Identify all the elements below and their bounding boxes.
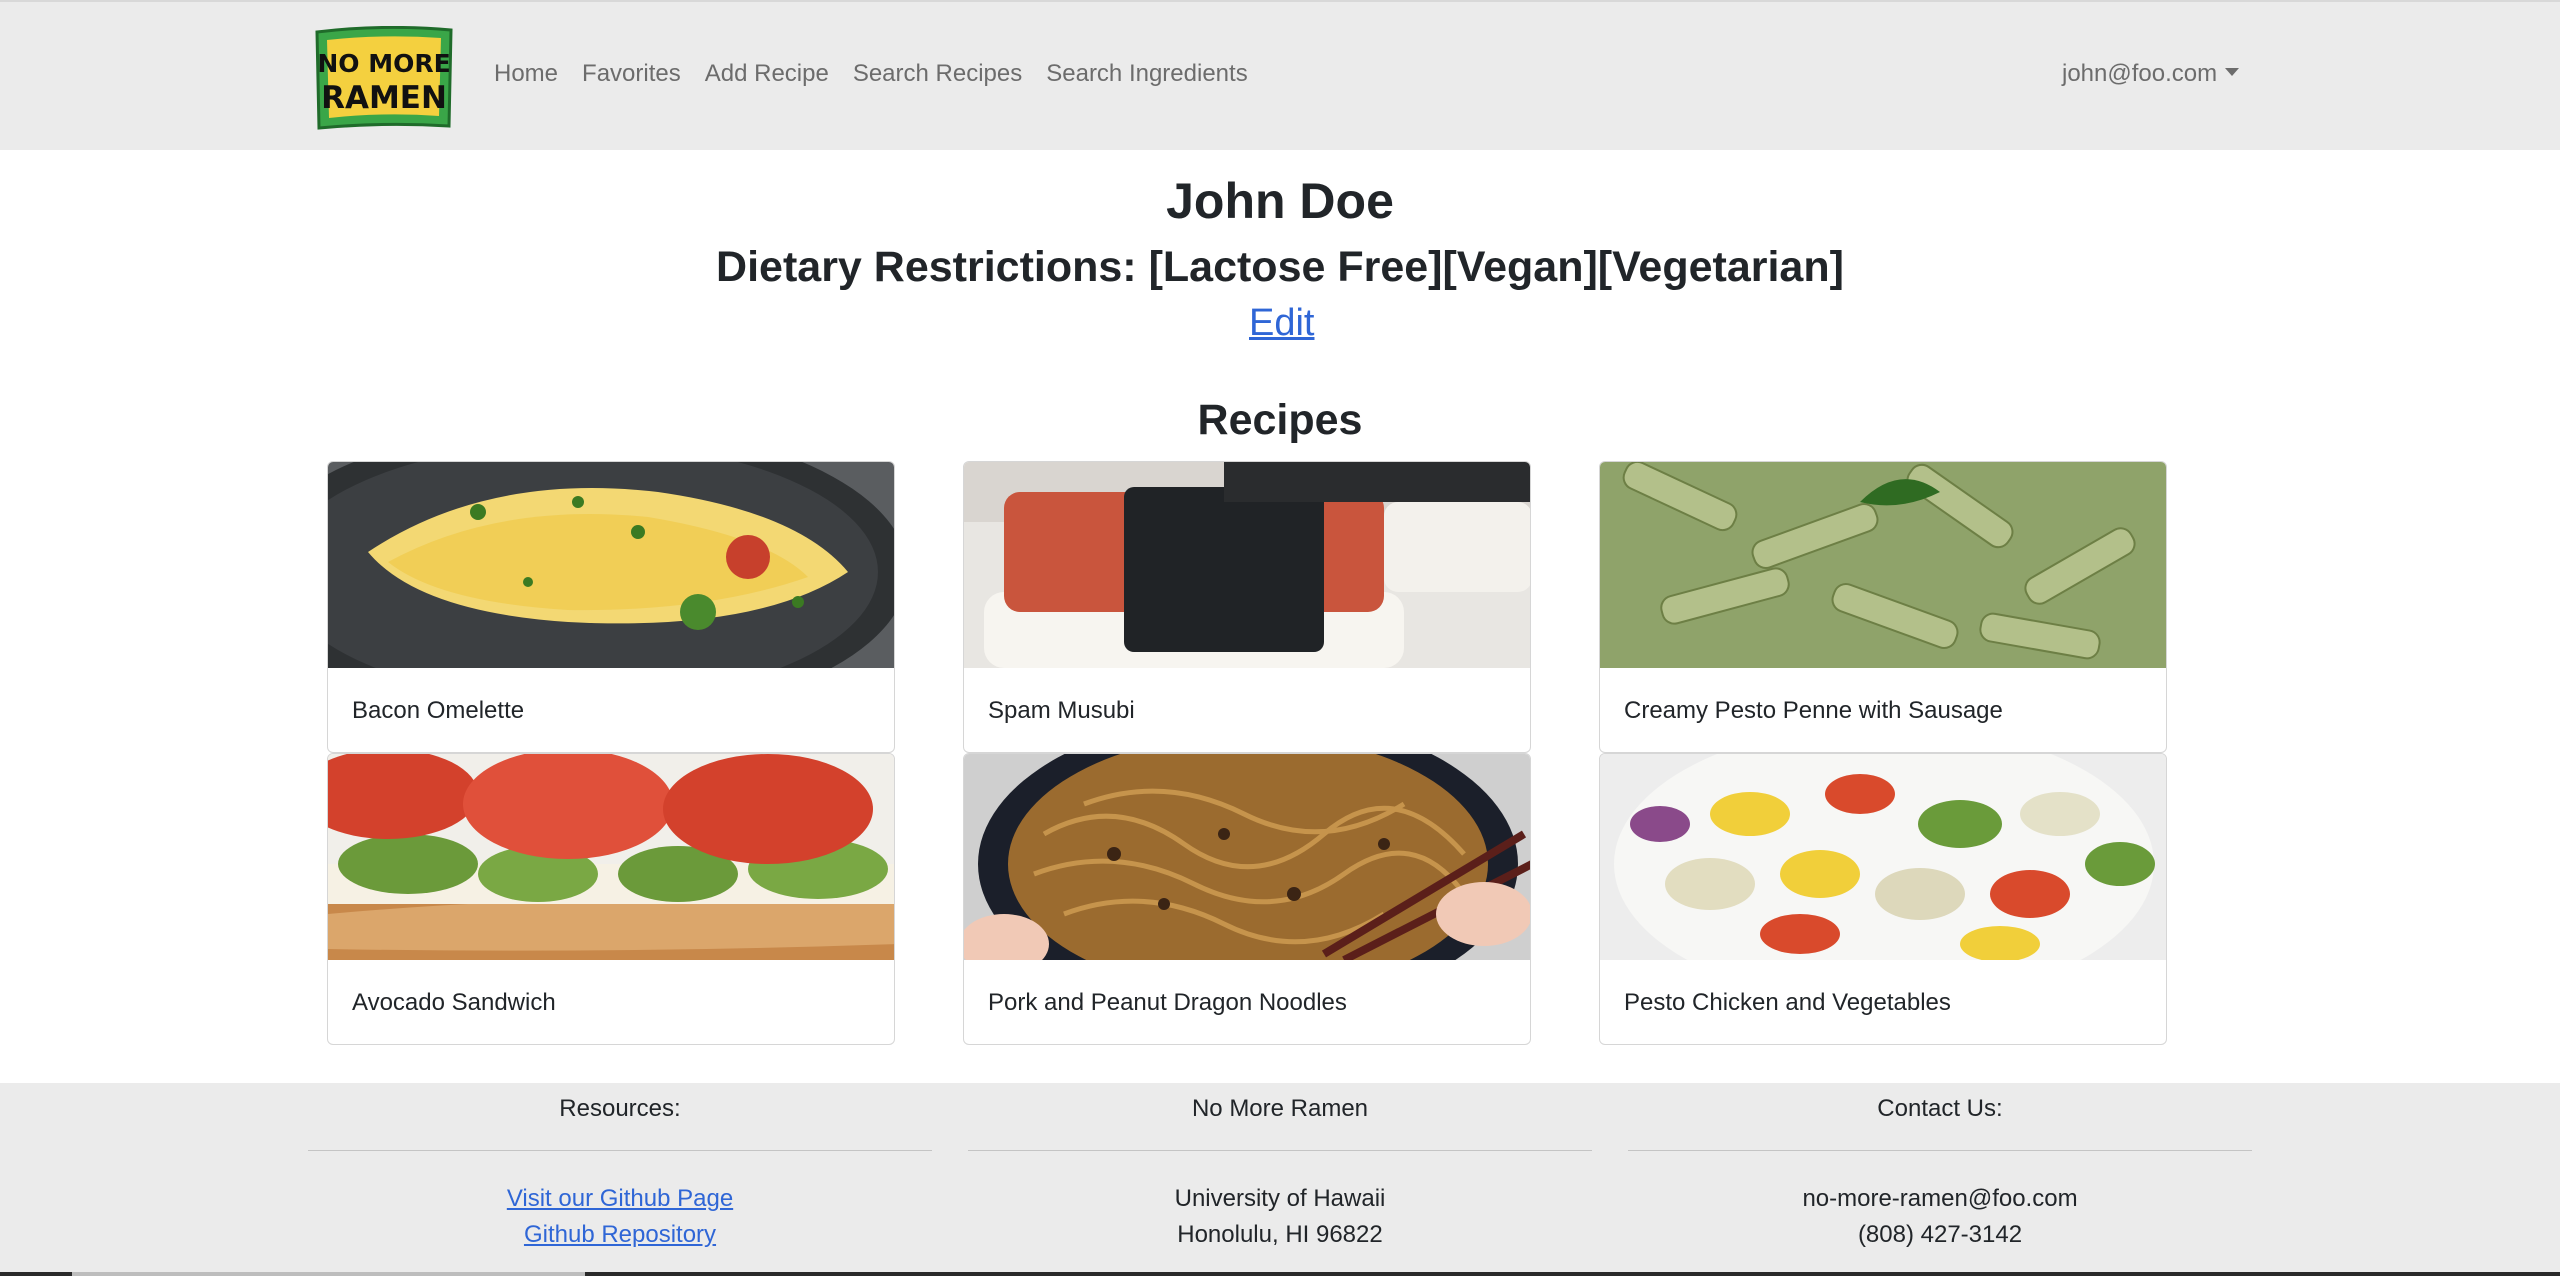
- recipe-image: [1600, 754, 2166, 960]
- caret-down-icon: [2225, 68, 2240, 76]
- divider: [308, 1150, 932, 1151]
- recipe-image: [964, 462, 1530, 668]
- profile-name: John Doe: [1166, 173, 1394, 229]
- nav-links: Home Favorites Add Recipe Search Recipes…: [494, 60, 1272, 88]
- nav-search-ingredients[interactable]: Search Ingredients: [1046, 60, 1247, 88]
- dietary-restrictions: Dietary Restrictions: [Lactose Free][Veg…: [716, 243, 1844, 291]
- scrollbar-segment: [0, 1272, 72, 1276]
- nav-favorites[interactable]: Favorites: [582, 60, 681, 88]
- divider: [1628, 1150, 2252, 1151]
- svg-text:NO MORE: NO MORE: [317, 49, 450, 78]
- footer-resources-heading: Resources:: [559, 1095, 681, 1122]
- github-page-link[interactable]: Visit our Github Page: [308, 1181, 932, 1217]
- contact-email: no-more-ramen@foo.com: [1802, 1185, 2078, 1212]
- recipe-title: Pesto Chicken and Vegetables: [1624, 989, 1951, 1016]
- scrollbar-segment: [585, 1272, 2560, 1276]
- contact-phone: (808) 427-3142: [1857, 1221, 2023, 1248]
- horizontal-scrollbar[interactable]: [0, 1272, 2560, 1276]
- svg-text:RAMEN: RAMEN: [321, 80, 447, 116]
- footer-about-heading: No More Ramen: [1191, 1095, 1369, 1122]
- recipe-title: Creamy Pesto Penne with Sausage: [1624, 697, 2003, 724]
- recipe-title: Bacon Omelette: [352, 697, 525, 724]
- no-more-ramen-logo[interactable]: NO MORE RAMEN: [313, 26, 455, 130]
- recipe-title: Avocado Sandwich: [352, 989, 556, 1016]
- recipe-card[interactable]: Pork and Peanut Dragon Noodles: [963, 753, 1531, 1045]
- address-line: Honolulu, HI 96822: [1177, 1221, 1383, 1248]
- user-dropdown[interactable]: john@foo.com: [2062, 60, 2240, 88]
- recipe-image: [964, 754, 1530, 960]
- recipes-heading: Recipes: [1197, 396, 1363, 444]
- recipe-title: Pork and Peanut Dragon Noodles: [988, 989, 1347, 1016]
- github-repository-link[interactable]: Github Repository: [308, 1217, 932, 1253]
- navbar: NO MORE RAMEN Home Favorites Add Recipe …: [0, 0, 2560, 150]
- edit-profile-link[interactable]: Edit: [1249, 302, 1314, 345]
- recipe-image: [1600, 462, 2166, 668]
- footer-about: No More Ramen University of Hawaii Honol…: [968, 1083, 1592, 1253]
- recipe-image: [328, 754, 894, 960]
- recipe-card[interactable]: Avocado Sandwich: [327, 753, 895, 1045]
- recipe-card[interactable]: Spam Musubi: [963, 461, 1531, 753]
- address-line: University of Hawaii: [1174, 1185, 1386, 1212]
- nav-home[interactable]: Home: [494, 60, 558, 88]
- footer-contact: Contact Us: no-more-ramen@foo.com (808) …: [1628, 1083, 2252, 1253]
- divider: [968, 1150, 1592, 1151]
- recipe-card[interactable]: Bacon Omelette: [327, 461, 895, 753]
- user-email: john@foo.com: [2062, 60, 2218, 87]
- footer: Resources: Visit our Github Page Github …: [0, 1083, 2560, 1276]
- footer-contact-heading: Contact Us:: [1877, 1095, 2003, 1122]
- recipe-title: Spam Musubi: [988, 697, 1135, 724]
- recipe-card[interactable]: Creamy Pesto Penne with Sausage: [1599, 461, 2167, 753]
- footer-resources: Resources: Visit our Github Page Github …: [308, 1083, 932, 1253]
- nav-search-recipes[interactable]: Search Recipes: [853, 60, 1022, 88]
- nav-add-recipe[interactable]: Add Recipe: [705, 60, 829, 88]
- recipe-card[interactable]: Pesto Chicken and Vegetables: [1599, 753, 2167, 1045]
- recipe-image: [328, 462, 894, 668]
